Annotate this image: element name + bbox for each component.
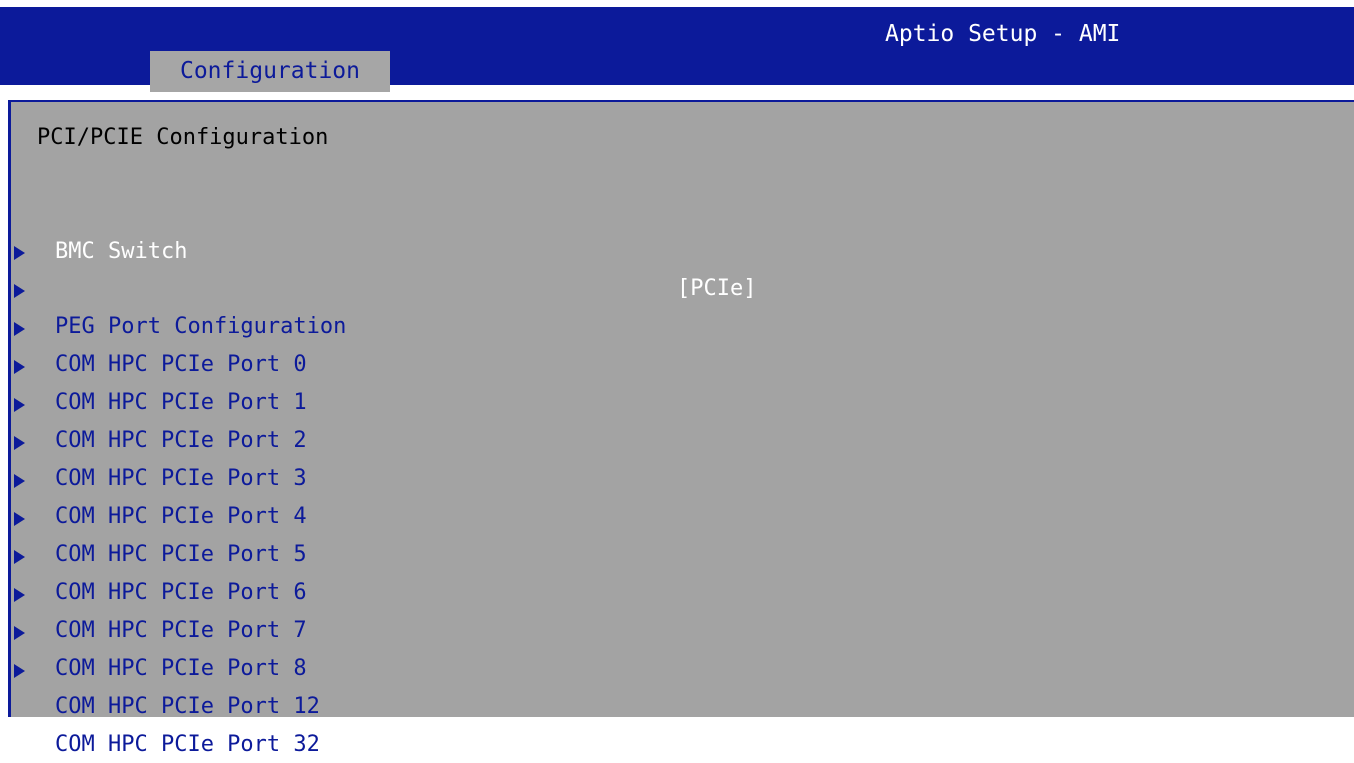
- app-title: Aptio Setup - AMI: [885, 21, 1121, 47]
- submenu-item-com-hpc-pcie-port-7[interactable]: COM HPC PCIe Port 7: [0, 538, 600, 643]
- submenu-item-com-hpc-pcie-port-0[interactable]: COM HPC PCIe Port 0: [0, 272, 600, 377]
- submenu-item-com-hpc-pcie-port-3[interactable]: COM HPC PCIe Port 3: [0, 386, 600, 491]
- submenu-arrow-icon: [14, 664, 25, 678]
- submenu-arrow-icon: [14, 474, 25, 488]
- title-bar: Aptio Setup - AMI Configuration: [0, 7, 1354, 92]
- submenu-arrow-icon: [14, 588, 25, 602]
- submenu-label: COM HPC PCIe Port 32: [55, 732, 320, 757]
- setting-value[interactable]: [PCIe]: [677, 270, 756, 307]
- submenu-item-com-hpc-pcie-port-8[interactable]: COM HPC PCIe Port 8: [0, 576, 600, 681]
- submenu-item-com-hpc-pcie-port-32[interactable]: COM HPC PCIe Port 32: [0, 652, 600, 757]
- submenu-arrow-icon: [14, 626, 25, 640]
- submenu-arrow-icon: [14, 512, 25, 526]
- submenu-item-com-hpc-pcie-port-12[interactable]: COM HPC PCIe Port 12: [0, 614, 600, 719]
- submenu-arrow-icon: [14, 436, 25, 450]
- submenu-label: COM HPC PCIe Port 12: [55, 694, 320, 719]
- setting-row-bmc-switch[interactable]: BMC Switch [PCIe]: [0, 196, 1000, 301]
- page-title: PCI/PCIE Configuration: [37, 125, 329, 150]
- submenu-item-com-hpc-pcie-port-1[interactable]: COM HPC PCIe Port 1: [0, 310, 600, 415]
- submenu-item-com-hpc-pcie-port-2[interactable]: COM HPC PCIe Port 2: [0, 348, 600, 453]
- submenu-arrow-icon: [14, 246, 25, 260]
- submenu-arrow-icon: [14, 360, 25, 374]
- submenu-item-com-hpc-pcie-port-6[interactable]: COM HPC PCIe Port 6: [0, 500, 600, 605]
- submenu-arrow-icon: [14, 284, 25, 298]
- submenu-arrow-icon: [14, 398, 25, 412]
- submenu-arrow-icon: [14, 322, 25, 336]
- submenu-item-peg-port-configuration[interactable]: PEG Port Configuration: [0, 234, 600, 339]
- submenu-item-com-hpc-pcie-port-5[interactable]: COM HPC PCIe Port 5: [0, 462, 600, 567]
- submenu-item-com-hpc-pcie-port-4[interactable]: COM HPC PCIe Port 4: [0, 424, 600, 529]
- submenu-arrow-icon: [14, 550, 25, 564]
- tab-configuration[interactable]: Configuration: [150, 51, 390, 92]
